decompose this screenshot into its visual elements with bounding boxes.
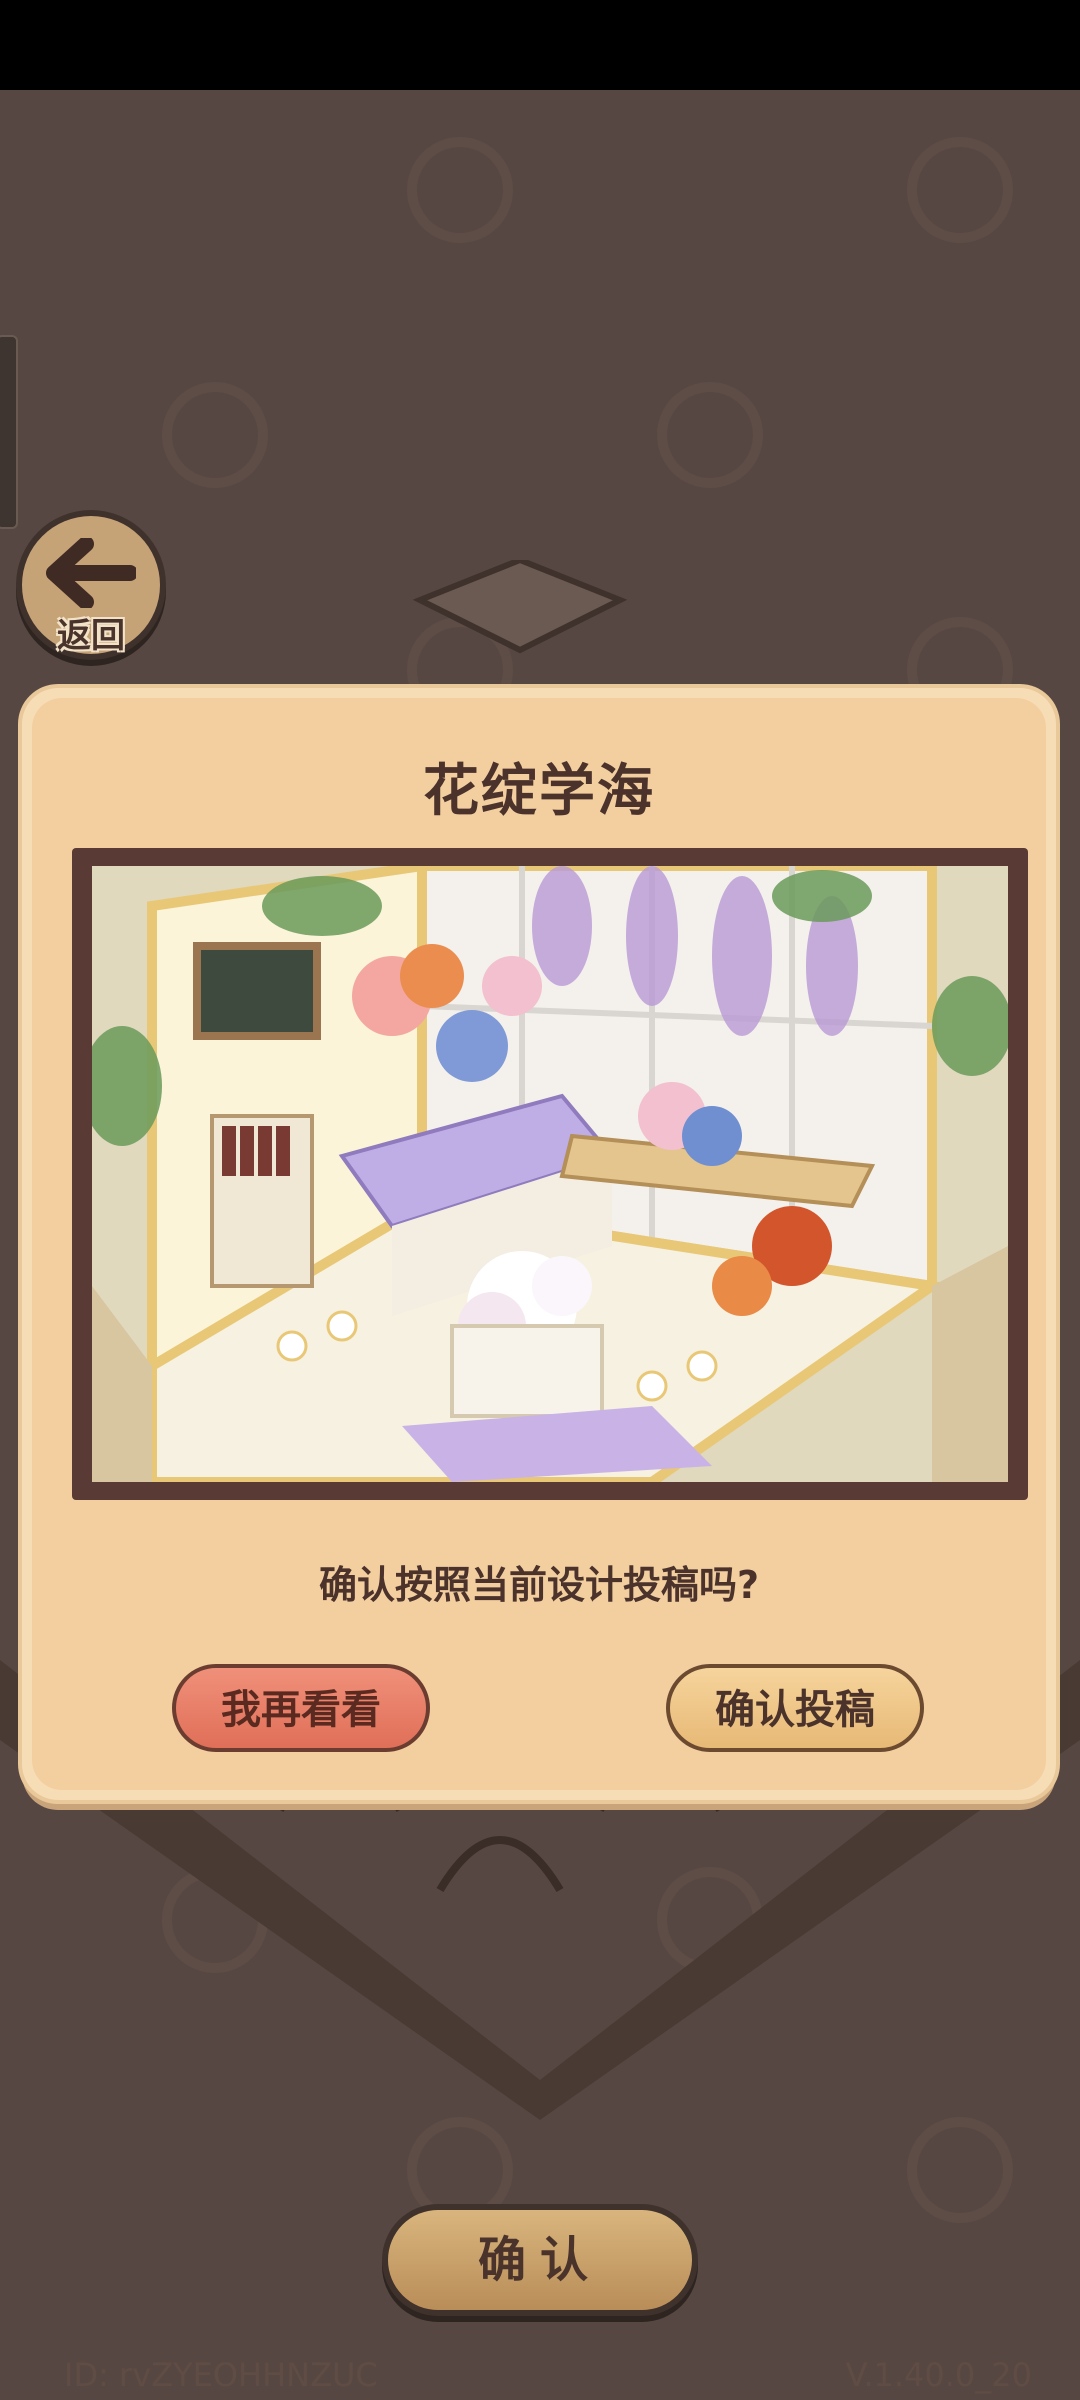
back-button[interactable]: 返回 (22, 516, 160, 656)
dialog-title: 花绽学海 (423, 759, 655, 824)
dialog-panel: 花绽学海 确认按照当前设计投稿吗? 我再看看 确认投稿 (32, 698, 1046, 1790)
side-drawer-handle[interactable] (0, 335, 18, 529)
submit-confirm-dialog: 花绽学海 确认按照当前设计投稿吗? 我再看看 确认投稿 (22, 688, 1056, 1800)
back-label: 返回 (57, 616, 125, 656)
confirm-question: 确认按照当前设计投稿吗? (318, 1563, 760, 1607)
flower-room-illustration (92, 866, 1008, 1482)
status-bar (0, 0, 1080, 90)
confirm-submit-button[interactable]: 确认投稿 (666, 1664, 924, 1752)
version-label: V.1.40.0_20 (845, 2356, 1032, 2394)
player-id: ID: rvZYEOHHNZUC (64, 2356, 378, 2394)
review-again-button[interactable]: 我再看看 (172, 1664, 430, 1752)
design-preview-frame (72, 848, 1028, 1500)
arrow-left-icon (46, 538, 136, 608)
design-preview-image (92, 866, 1008, 1482)
confirm-button[interactable]: 确认 (388, 2210, 692, 2310)
